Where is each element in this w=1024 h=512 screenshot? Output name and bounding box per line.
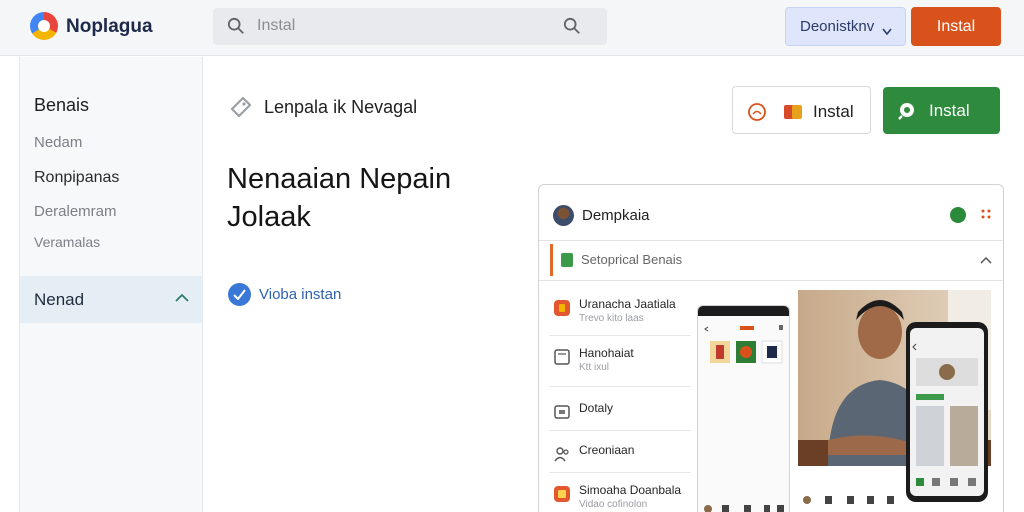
sidebar-item-2[interactable]: Nedam (34, 134, 82, 151)
section-accent-bar (550, 244, 553, 276)
app-icon (554, 300, 570, 316)
sidebar-item-3[interactable]: Ronpipanas (34, 169, 119, 187)
sidebar-active-label: Nenad (34, 290, 85, 309)
chevron-down-icon (882, 28, 892, 36)
breadcrumb: Lenpala ik Nevagal (264, 97, 418, 117)
divider (549, 472, 691, 473)
install-outline-button[interactable]: Instal (732, 86, 871, 134)
search-placeholder: Instal (257, 17, 296, 34)
search-submit-icon[interactable] (563, 17, 581, 35)
section-label: Setoprical Benais (581, 252, 683, 267)
divider (549, 386, 691, 387)
secondary-dropdown-button[interactable]: Deonistknv (785, 7, 906, 46)
phone-screen-content (912, 343, 978, 486)
phone-screenshot (697, 305, 790, 512)
status-icon (950, 207, 966, 223)
photo-nav-bar (803, 496, 894, 504)
install-outline-label: Instal (813, 102, 854, 121)
check-circle-icon (228, 283, 251, 306)
search-icon (227, 17, 244, 34)
install-button-top[interactable]: Instal (911, 7, 1001, 46)
app-preview-card: Dempkaia Setoprical Benais Uranacha Jaat… (538, 184, 1004, 512)
list-item-title: Uranacha Jaatiala (579, 297, 676, 311)
document-icon (554, 349, 570, 365)
chevron-up-icon (175, 293, 189, 302)
install-green-label: Instal (929, 101, 970, 120)
sidebar-item-1[interactable]: Benais (34, 95, 89, 116)
divider (549, 335, 691, 336)
folder-icon (561, 253, 573, 267)
more-icon[interactable] (981, 209, 991, 219)
install-green-button[interactable]: Instal (883, 87, 1000, 134)
image-icon (554, 405, 570, 419)
sidebar: Benais Nedam Ronpipanas Deralemram Veram… (19, 57, 203, 512)
divider (549, 430, 691, 431)
chevron-up-icon (980, 256, 992, 264)
secondary-dropdown-label: Deonistknv (800, 18, 875, 35)
app-icon (554, 486, 570, 502)
list-item-title: Hanohaiat (579, 346, 634, 360)
phone-mockup (906, 322, 988, 502)
sidebar-item-5[interactable]: Veramalas (34, 234, 100, 250)
list-item-subtitle: Ktt ixul (579, 362, 610, 373)
top-bar: Noplagua Instal Deonistknv Instal (0, 0, 1024, 56)
card-title: Dempkaia (582, 207, 650, 224)
tag-icon (230, 96, 252, 118)
sidebar-item-4[interactable]: Deralemram (34, 203, 117, 220)
phone-app-row (704, 325, 783, 364)
phone-nav-bar (704, 505, 784, 512)
list-item-title: Creoniaan (579, 443, 635, 457)
sidebar-item-active[interactable]: Nenad (20, 276, 203, 323)
people-icon (554, 447, 569, 462)
app-store-icon (784, 105, 802, 119)
chat-bubble-icon (748, 103, 766, 121)
search-input[interactable]: Instal (213, 8, 607, 45)
list-item-subtitle: Trevo kito laas (579, 313, 644, 324)
list-item-subtitle: Vidao cofinolon (579, 499, 648, 510)
verified-link[interactable]: Vioba instan (259, 286, 341, 303)
list-item-title: Simoaha Doanbala (579, 483, 682, 497)
phone-screen (910, 328, 984, 496)
app-name: Noplagua (66, 16, 153, 37)
divider (539, 280, 1003, 281)
phone-status-bar (698, 306, 789, 316)
app-logo-icon[interactable] (30, 12, 58, 40)
section-header[interactable]: Setoprical Benais (550, 240, 1003, 280)
list-item-title: Dotaly (579, 401, 614, 415)
avatar (553, 205, 574, 226)
page-title: Nenaaian Nepain Jolaak (227, 163, 452, 233)
install-search-icon (898, 103, 914, 120)
